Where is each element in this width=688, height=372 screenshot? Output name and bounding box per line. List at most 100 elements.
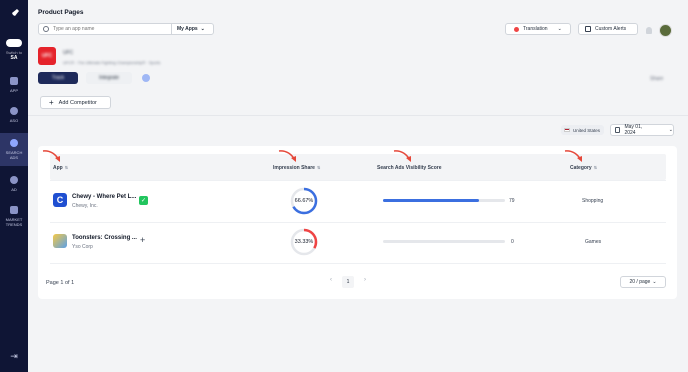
page-title: Product Pages	[38, 9, 84, 16]
sidebar-item-label: SEARCH ADS	[5, 150, 23, 160]
page-number[interactable]: 1	[342, 276, 354, 288]
row-app-developer: Chewy, Inc.	[72, 203, 98, 209]
date-label: May 01, 2024	[624, 124, 643, 136]
switch-value: SA	[10, 55, 18, 61]
chevron-down-icon: ⌄	[652, 279, 657, 285]
column-header-label: Impression Share	[273, 165, 315, 171]
add-competitor-button[interactable]: + Add Competitor	[40, 96, 111, 109]
column-header-visibility-score: Search Ads Visibility Score	[377, 165, 441, 171]
chevron-down-icon: ⌄	[200, 26, 205, 32]
visibility-score-bar	[383, 240, 505, 243]
chevron-down-icon: ⌄	[668, 127, 673, 133]
row-divider	[50, 222, 666, 223]
visibility-score-fill	[383, 199, 480, 202]
section-divider	[28, 115, 688, 116]
column-header-app[interactable]: App ⇅	[53, 165, 68, 171]
custom-alerts-label: Custom Alerts	[595, 26, 627, 32]
sidebar-item-market-trends[interactable]: MARKET TRENDS	[0, 202, 28, 231]
next-page-icon[interactable]: ›	[364, 277, 366, 283]
track-button[interactable]: Track	[38, 72, 78, 84]
annotation-arrow-icon	[564, 150, 582, 162]
sidebar-item-label: AD	[11, 187, 17, 192]
country-label: United States	[573, 127, 601, 133]
sort-icon: ⇅	[593, 165, 598, 170]
annotation-arrow-icon	[278, 150, 296, 162]
sidebar-item-app[interactable]: APP	[0, 73, 28, 97]
row-app-name[interactable]: Toonsters: Crossing ...	[72, 235, 137, 241]
column-header-impression-share[interactable]: Impression Share ⇅	[273, 165, 320, 171]
app-icon	[10, 77, 18, 85]
column-header-category[interactable]: Category ⇅	[570, 165, 597, 171]
aso-icon	[10, 107, 18, 115]
sidebar-item-search-ads[interactable]: SEARCH ADS	[0, 133, 28, 166]
integrate-label: Integrate	[99, 75, 119, 81]
product-pages-table: App ⇅ Impression Share ⇅ Search Ads Visibi…	[38, 146, 677, 299]
calendar-icon	[615, 127, 621, 133]
app-logo: UFC	[38, 47, 56, 65]
user-avatar[interactable]	[659, 24, 672, 37]
search-icon	[43, 26, 49, 32]
sidebar-item-label: ASO	[9, 118, 19, 123]
sidebar-item-label: MARKET TRENDS	[5, 217, 23, 227]
app-logo-text: UFC	[41, 53, 53, 59]
page-size-label: 20 / page	[629, 279, 651, 285]
sidebar-item-ad[interactable]: AD	[0, 172, 28, 196]
tracked-check-icon[interactable]: ✓	[139, 196, 148, 205]
plus-icon: +	[49, 98, 54, 107]
translation-label: Translation	[523, 26, 548, 32]
chewy-app-icon: C	[53, 193, 67, 207]
prev-page-icon[interactable]: ‹	[330, 277, 332, 283]
row-app-name[interactable]: Chewy - Where Pet L...	[72, 194, 136, 200]
scope-label: My Apps	[177, 26, 198, 32]
page-size-dropdown[interactable]: 20 / page ⌄	[620, 276, 666, 288]
scope-dropdown[interactable]: My Apps ⌄	[171, 24, 210, 34]
us-flag-icon	[564, 128, 570, 132]
integrate-button[interactable]: Integrate	[86, 72, 132, 84]
sort-icon: ⇅	[316, 165, 321, 170]
category-value: Games	[585, 239, 602, 245]
category-value: Shopping	[582, 198, 604, 204]
add-competitor-label: Add Competitor	[58, 99, 97, 106]
share-button[interactable]: Share	[650, 76, 663, 82]
annotation-arrow-icon	[393, 150, 411, 162]
mode-switch[interactable]	[6, 39, 22, 47]
visibility-score-value: 0	[511, 239, 514, 245]
pagination-summary: Page 1 of 1	[46, 280, 75, 286]
app-subtitle: UFC® - The Ultimate Fighting Championshi…	[63, 60, 161, 65]
toonsters-app-icon	[53, 234, 67, 248]
ad-icon	[10, 176, 18, 184]
country-selector[interactable]: United States	[561, 125, 604, 135]
expand-sidebar-icon[interactable]: ⇥	[10, 351, 18, 362]
sidebar-item-label: APP	[9, 88, 18, 93]
row-divider	[50, 180, 666, 181]
visibility-score-value: 79	[509, 198, 515, 204]
column-header-label: Search Ads Visibility Score	[377, 165, 442, 171]
track-label: Track	[51, 75, 65, 81]
app-search: My Apps ⌄	[38, 23, 214, 35]
market-trends-icon	[10, 206, 18, 214]
sort-icon: ⇅	[64, 165, 69, 170]
search-ads-icon	[10, 139, 18, 147]
alerts-icon	[585, 26, 591, 32]
visibility-score-bar	[383, 199, 505, 202]
row-app-developer: Yso Corp	[72, 244, 93, 250]
custom-alerts-button[interactable]: Custom Alerts	[578, 23, 638, 35]
date-picker[interactable]: May 01, 2024 ⌄	[610, 124, 674, 136]
annotation-arrow-icon	[42, 150, 60, 162]
store-badge-icon	[142, 74, 150, 82]
impression-share-value: 33.33%	[294, 239, 314, 245]
translation-dropdown[interactable]: Translation ⌄	[505, 23, 571, 35]
app-name: UFC	[63, 50, 74, 56]
add-app-icon[interactable]: +	[140, 235, 145, 245]
rocket-logo-icon[interactable]	[8, 8, 20, 23]
search-input[interactable]	[53, 26, 171, 32]
column-header-label: App	[53, 165, 63, 171]
row-divider	[50, 263, 666, 264]
column-header-label: Category	[570, 165, 592, 171]
sidebar-item-aso[interactable]: ASO	[0, 103, 28, 127]
sidebar: Switch to SA APP ASO SEARCH ADS AD MARKE…	[0, 0, 28, 372]
chevron-down-icon: ⌄	[557, 26, 562, 32]
notification-bell-icon[interactable]	[646, 27, 652, 34]
translation-status-icon	[514, 26, 519, 32]
impression-share-value: 66.67%	[294, 198, 314, 204]
